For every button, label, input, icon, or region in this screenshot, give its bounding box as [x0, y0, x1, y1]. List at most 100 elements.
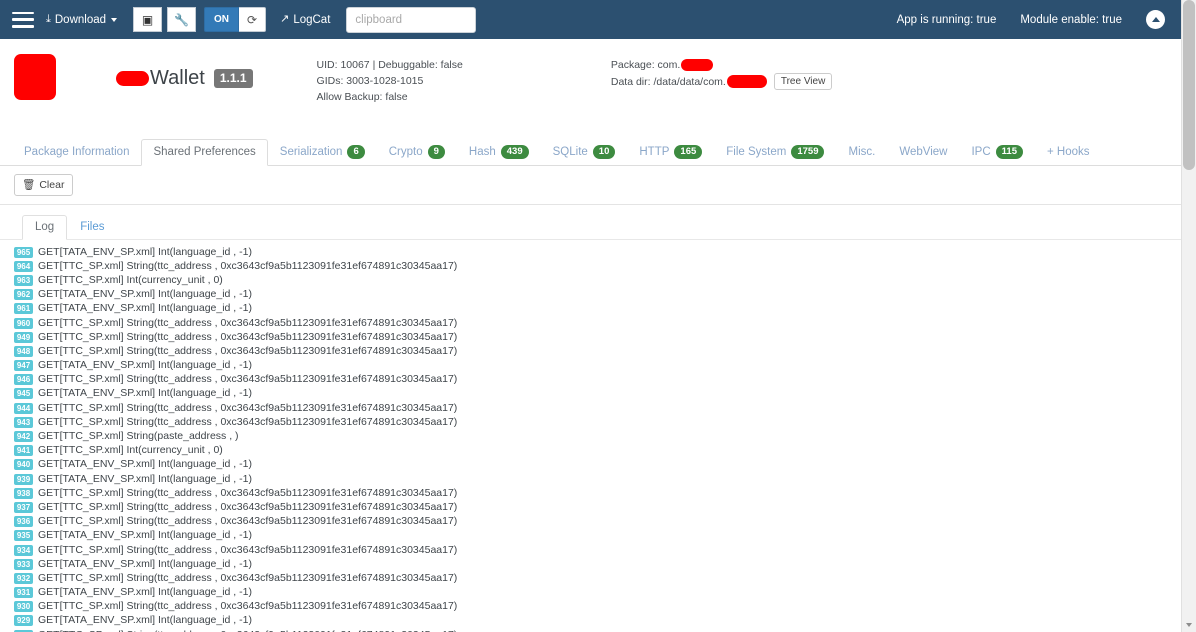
scroll-down-arrow-icon[interactable]	[1186, 623, 1192, 627]
log-row[interactable]: 965 GET[TATA_ENV_SP.xml] Int(language_id …	[14, 245, 1181, 259]
log-row-number: 936	[14, 516, 33, 528]
log-row[interactable]: 935 GET[TATA_ENV_SP.xml] Int(language_id …	[14, 529, 1181, 543]
tab-label: HTTP	[639, 146, 670, 158]
log-row-text: GET[TATA_ENV_SP.xml] Int(language_id , -…	[38, 557, 252, 570]
log-row[interactable]: 943 GET[TTC_SP.xml] String(ttc_address , …	[14, 415, 1181, 429]
log-row-number: 945	[14, 388, 33, 400]
log-row[interactable]: 932 GET[TTC_SP.xml] String(ttc_address , …	[14, 571, 1181, 585]
log-row-number: 960	[14, 317, 33, 329]
log-row[interactable]: 931 GET[TATA_ENV_SP.xml] Int(language_id …	[14, 586, 1181, 600]
log-row[interactable]: 945 GET[TATA_ENV_SP.xml] Int(language_id …	[14, 387, 1181, 401]
tab-label: Serialization	[279, 146, 343, 158]
log-row-text: GET[TATA_ENV_SP.xml] Int(language_id , -…	[38, 614, 252, 627]
log-row[interactable]: 939 GET[TATA_ENV_SP.xml] Int(language_id …	[14, 472, 1181, 486]
toggle-on-button[interactable]: ON	[204, 7, 240, 32]
subtab-log[interactable]: Log	[22, 215, 68, 240]
download-label: Download	[54, 13, 107, 26]
tab-webview[interactable]: WebView	[887, 139, 959, 166]
page-scrollbar-thumb[interactable]	[1183, 0, 1195, 170]
package-line: Package: com.	[611, 57, 832, 73]
log-row[interactable]: 944 GET[TTC_SP.xml] String(ttc_address , …	[14, 401, 1181, 415]
subtab-files[interactable]: Files	[67, 215, 117, 240]
logcat-link[interactable]: ↗ LogCat	[280, 14, 330, 26]
allow-backup-line: Allow Backup: false	[316, 91, 408, 103]
app-header: Wallet 1.1.1 UID: 10067 | Debuggable: fa…	[0, 39, 1181, 127]
log-row[interactable]: 964 GET[TTC_SP.xml] String(ttc_address , …	[14, 259, 1181, 273]
log-row[interactable]: 946 GET[TTC_SP.xml] String(ttc_address , …	[14, 373, 1181, 387]
log-row-number: 930	[14, 601, 33, 613]
collapse-header-button[interactable]	[1146, 10, 1165, 29]
hamburger-icon[interactable]	[12, 11, 34, 28]
log-row-text: GET[TTC_SP.xml] String(ttc_address , 0xc…	[38, 600, 458, 613]
tab-count-badge: 439	[500, 145, 529, 159]
clipboard-input[interactable]	[346, 6, 477, 33]
tab-file-system[interactable]: File System 1759	[714, 139, 836, 166]
log-row[interactable]: 948 GET[TTC_SP.xml] String(ttc_address , …	[14, 344, 1181, 358]
log-row[interactable]: 940 GET[TATA_ENV_SP.xml] Int(language_id …	[14, 458, 1181, 472]
log-row[interactable]: 942 GET[TTC_SP.xml] String(paste_address …	[14, 429, 1181, 443]
log-row[interactable]: 937 GET[TTC_SP.xml] String(ttc_address , …	[14, 500, 1181, 514]
tab-label: Misc.	[848, 146, 876, 158]
log-row-number: 941	[14, 445, 33, 457]
tab-label: File System	[726, 146, 787, 158]
log-row[interactable]: 928GET[TTC_SP.xml] String(ttc_address , …	[14, 628, 1181, 632]
data-dir-redaction	[726, 75, 767, 88]
log-row[interactable]: 962 GET[TATA_ENV_SP.xml] Int(language_id …	[14, 288, 1181, 302]
tab-hash[interactable]: Hash 439	[457, 139, 541, 166]
log-row-text: GET[TATA_ENV_SP.xml] Int(language_id , -…	[38, 586, 252, 599]
app-title-block: Wallet 1.1.1	[116, 55, 253, 101]
tab-hooks[interactable]: + Hooks	[1035, 139, 1102, 166]
log-list[interactable]: 965 GET[TATA_ENV_SP.xml] Int(language_id …	[0, 240, 1181, 632]
log-row-number: 939	[14, 473, 33, 485]
clear-button[interactable]: 🗑 Clear	[14, 174, 74, 196]
log-row[interactable]: 934 GET[TTC_SP.xml] String(ttc_address , …	[14, 543, 1181, 557]
log-row[interactable]: 936 GET[TTC_SP.xml] String(ttc_address , …	[14, 515, 1181, 529]
screenshot-button[interactable]: ▣	[133, 7, 163, 32]
log-row[interactable]: 961 GET[TATA_ENV_SP.xml] Int(language_id …	[14, 302, 1181, 316]
tab-misc[interactable]: Misc.	[836, 139, 887, 166]
page-scrollbar[interactable]	[1181, 0, 1196, 632]
log-row-text: GET[TTC_SP.xml] String(ttc_address , 0xc…	[38, 401, 458, 414]
log-row[interactable]: 938 GET[TTC_SP.xml] String(ttc_address , …	[14, 486, 1181, 500]
tab-crypto[interactable]: Crypto 9	[377, 139, 457, 166]
tools-button[interactable]: 🔧	[167, 7, 197, 32]
tool-button-group: ▣ 🔧	[133, 7, 197, 32]
log-row-text: GET[TATA_ENV_SP.xml] Int(language_id , -…	[38, 359, 252, 372]
log-row[interactable]: 963 GET[TTC_SP.xml] Int(currency_unit , 0…	[14, 273, 1181, 287]
log-row-text: GET[TATA_ENV_SP.xml] Int(language_id , -…	[38, 472, 252, 485]
tab-label: WebView	[899, 146, 948, 158]
tab-package-information[interactable]: Package Information	[12, 139, 141, 166]
log-row-text: GET[TATA_ENV_SP.xml] Int(language_id , -…	[38, 288, 252, 301]
tree-view-button[interactable]: Tree View	[773, 73, 833, 90]
log-row-number: 965	[14, 246, 33, 258]
version-badge: 1.1.1	[213, 68, 253, 88]
log-row[interactable]: 960 GET[TTC_SP.xml] String(ttc_address , …	[14, 316, 1181, 330]
wrench-icon: 🔧	[174, 12, 189, 27]
log-row-number: 940	[14, 459, 33, 471]
log-row[interactable]: 933 GET[TATA_ENV_SP.xml] Int(language_id …	[14, 557, 1181, 571]
tab-serialization[interactable]: Serialization 6	[268, 139, 377, 166]
tab-http[interactable]: HTTP 165	[627, 139, 714, 166]
log-row[interactable]: 949 GET[TTC_SP.xml] String(ttc_address , …	[14, 330, 1181, 344]
tab-count-badge: 6	[347, 145, 365, 159]
log-row[interactable]: 947 GET[TATA_ENV_SP.xml] Int(language_id …	[14, 359, 1181, 373]
log-row[interactable]: 941 GET[TTC_SP.xml] Int(currency_unit , 0…	[14, 444, 1181, 458]
log-row-text: GET[TTC_SP.xml] String(ttc_address , 0xc…	[38, 259, 458, 272]
package-label: Package: com.	[610, 59, 681, 71]
uid-line: UID: 10067 | Debuggable: false	[316, 59, 463, 71]
package-name-redaction	[681, 59, 714, 71]
download-menu-button[interactable]: ⤓ Download	[46, 13, 118, 26]
log-row[interactable]: 929 GET[TATA_ENV_SP.xml] Int(language_id …	[14, 614, 1181, 628]
tab-shared-preferences[interactable]: Shared Preferences	[141, 139, 268, 166]
hook-toggle-group: ON ⟳	[204, 7, 267, 32]
refresh-button[interactable]: ⟳	[239, 7, 267, 32]
log-row-text: GET[TTC_SP.xml] String(ttc_address , 0xc…	[38, 330, 458, 343]
chevron-up-icon	[1151, 16, 1160, 22]
log-row-text: GET[TTC_SP.xml] Int(currency_unit , 0)	[38, 444, 223, 457]
log-row[interactable]: 930 GET[TTC_SP.xml] String(ttc_address , …	[14, 600, 1181, 614]
log-row-text: GET[TATA_ENV_SP.xml] Int(language_id , -…	[38, 387, 252, 400]
tab-ipc[interactable]: IPC 115	[959, 139, 1035, 166]
tab-sqlite[interactable]: SQLite 10	[541, 139, 628, 166]
log-row-number: 933	[14, 558, 33, 570]
logcat-label: LogCat	[293, 13, 331, 26]
